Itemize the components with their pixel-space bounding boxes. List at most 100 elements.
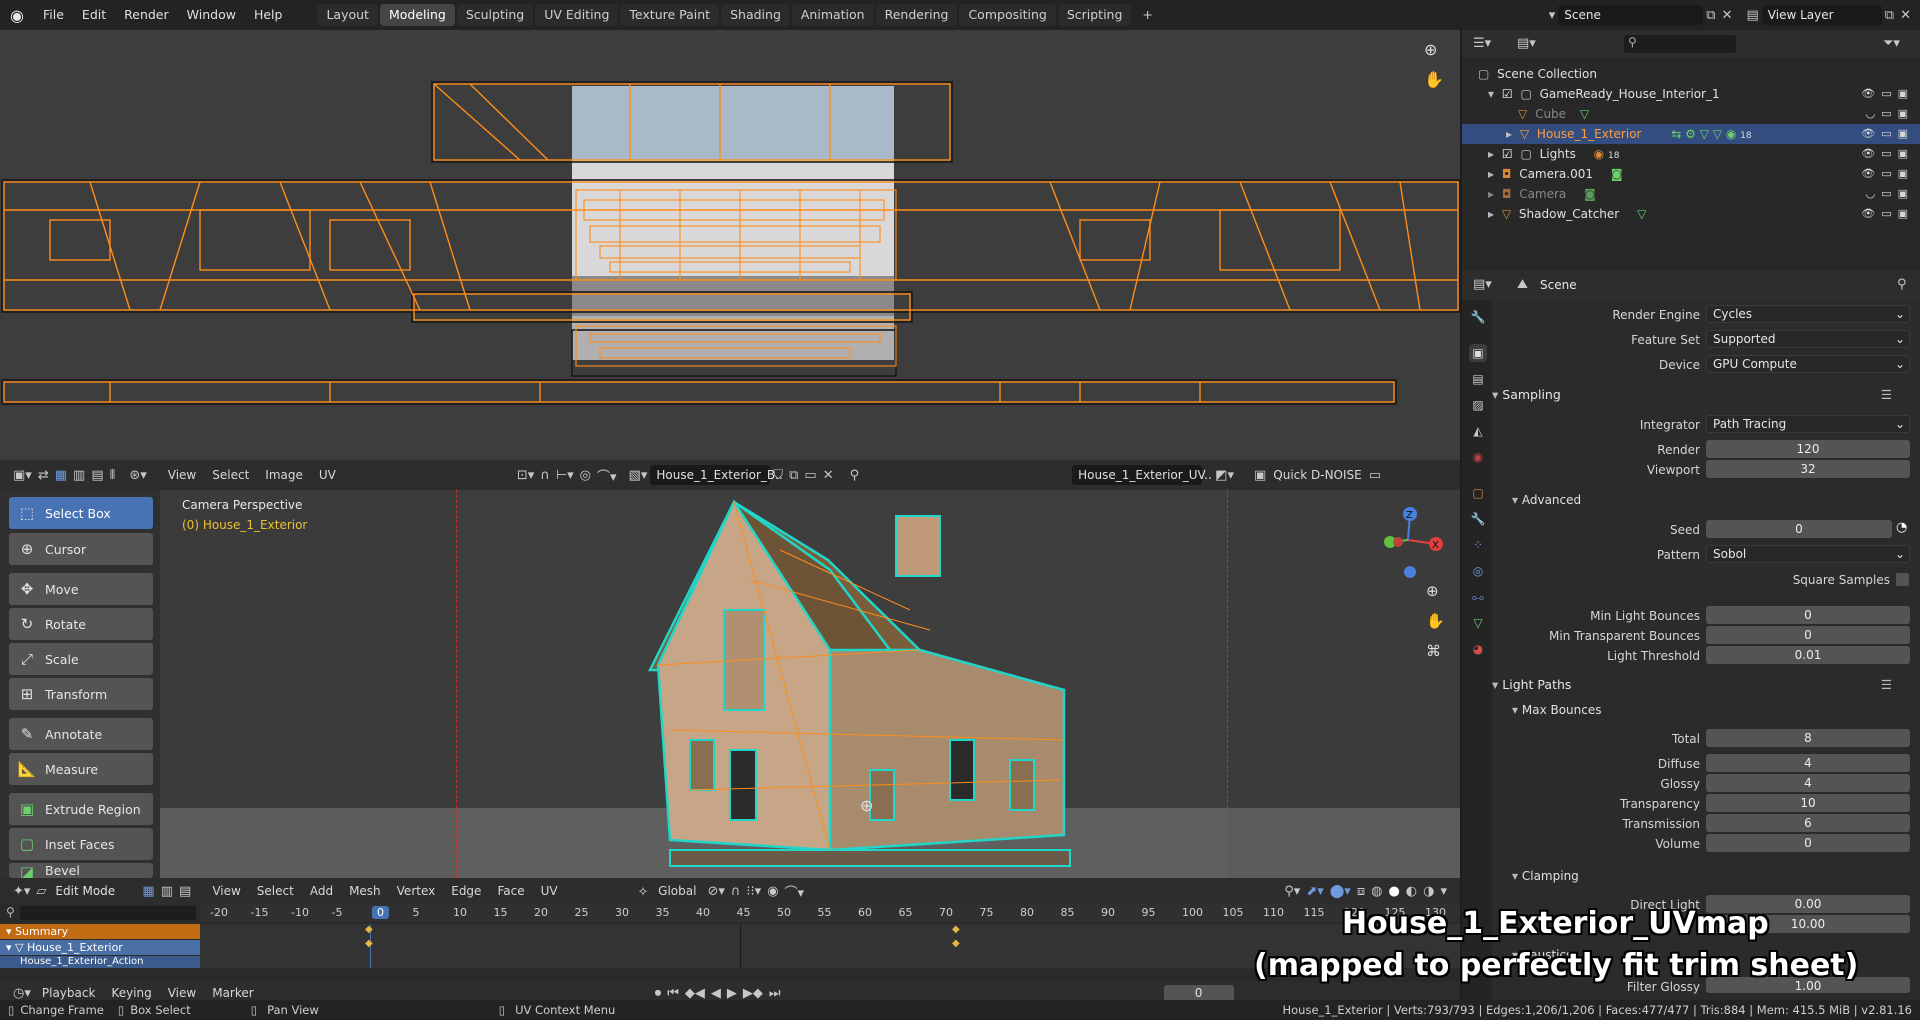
max-bounces-subpanel-header[interactable]: ▾ Max Bounces <box>1512 700 1602 720</box>
diffuse-bounces-field[interactable]: 4 <box>1706 754 1910 772</box>
channel-summary[interactable]: ▾ Summary <box>0 924 200 939</box>
proportional-edit-icon[interactable]: ◎ <box>577 468 594 483</box>
constraints-tab-icon[interactable]: ⧟ <box>1469 588 1487 606</box>
delete-scene-icon[interactable]: ✕ <box>1719 8 1736 23</box>
output-tab-icon[interactable]: ▤ <box>1469 370 1487 388</box>
new-image-icon[interactable]: ⧉ <box>786 468 801 483</box>
overlay-icon[interactable]: ⬤▾ <box>1327 884 1354 899</box>
tool-scale[interactable]: ⤢ Scale <box>9 643 153 675</box>
fake-user-icon[interactable]: ⛉ <box>770 468 786 483</box>
menu-playback[interactable]: Playback <box>34 986 104 1000</box>
visibility-icon[interactable]: ⚲▾ <box>1281 884 1303 899</box>
snap-target-icon[interactable]: ⊢▾ <box>553 468 577 483</box>
vp-menu-edge[interactable]: Edge <box>443 884 489 898</box>
keyframe-diamond[interactable]: ◆ <box>952 938 960 949</box>
device-dropdown[interactable]: GPU Compute ⌄ <box>1706 355 1910 373</box>
gizmo-icon[interactable]: ⬈▾ <box>1303 884 1326 899</box>
tool-inset-faces[interactable]: ▢ Inset Faces <box>9 828 153 860</box>
denoise-screen-icon[interactable]: ▭ <box>1366 468 1384 483</box>
view-layer-field[interactable]: View Layer <box>1761 5 1882 25</box>
menu-edit[interactable]: Edit <box>73 0 115 30</box>
open-image-icon[interactable]: ▭ <box>801 468 819 483</box>
integrator-dropdown[interactable]: Path Tracing ⌄ <box>1706 415 1910 433</box>
expand-arrow-icon[interactable]: ▸ <box>1488 207 1494 221</box>
outliner-row-gameready[interactable]: ▾ ☑ ▢ GameReady_House_Interior_1 👁▭▣ <box>1462 84 1920 104</box>
menu-file[interactable]: File <box>34 0 73 30</box>
new-view-layer-icon[interactable]: ⧉ <box>1882 8 1897 23</box>
new-scene-icon[interactable]: ⧉ <box>1703 8 1718 23</box>
total-bounces-field[interactable]: 8 <box>1706 729 1910 747</box>
uv-pivot-icon[interactable]: ⊡▾ <box>514 468 537 483</box>
keyframe-diamond[interactable]: ◆ <box>365 938 373 949</box>
vp-menu-select[interactable]: Select <box>249 884 302 898</box>
sticky-selection-icon[interactable]: ⦀ <box>107 468 119 483</box>
outliner-row-scene-collection[interactable]: ▢ Scene Collection <box>1462 64 1920 84</box>
expand-arrow-icon[interactable]: ▸ <box>1506 127 1512 141</box>
select-mode-face-icon[interactable]: ▤ <box>88 468 106 483</box>
glossy-bounces-field[interactable]: 4 <box>1706 774 1910 792</box>
include-checkbox-icon[interactable]: ☑ <box>1502 87 1513 101</box>
edit-mode-dropdown[interactable]: Edit Mode <box>49 881 140 901</box>
face-select-icon[interactable]: ▤ <box>176 884 194 899</box>
camera-view-icon[interactable]: ⌘ <box>1426 642 1441 660</box>
physics-tab-icon[interactable]: ◎ <box>1469 562 1487 580</box>
tool-measure[interactable]: 📐 Measure <box>9 753 153 785</box>
advanced-subpanel-header[interactable]: ▾ Advanced <box>1512 490 1581 510</box>
viewport-editor-type-icon[interactable]: ✦▾ <box>10 884 33 899</box>
seed-field[interactable]: 0 <box>1706 520 1892 538</box>
jump-end-icon[interactable]: ⏭ <box>766 986 784 1001</box>
menu-render[interactable]: Render <box>115 0 178 30</box>
tab-scripting[interactable]: Scripting <box>1057 4 1132 26</box>
square-samples-checkbox[interactable] <box>1896 573 1909 586</box>
uv-menu-image[interactable]: Image <box>257 468 311 482</box>
outliner-row-camera[interactable]: ▸ ◘ Camera ◙ ◡▭▣ <box>1462 184 1920 204</box>
tab-compositing[interactable]: Compositing <box>959 4 1056 26</box>
expand-arrow-icon[interactable]: ▸ <box>1488 187 1494 201</box>
animate-seed-icon[interactable]: ◔ <box>1896 520 1907 535</box>
menu-window[interactable]: Window <box>178 0 245 30</box>
uv-map-canvas[interactable] <box>0 30 1460 460</box>
scene-icon[interactable]: ▾ <box>1546 8 1559 23</box>
keyframe-diamond[interactable]: ◆ <box>365 924 373 935</box>
transform-orientation-dropdown[interactable]: Global <box>650 884 704 898</box>
visibility-toggles[interactable]: ◡▭▣ <box>1866 104 1914 124</box>
current-frame-field[interactable]: 0 <box>1163 984 1234 1002</box>
min-light-bounces-field[interactable]: 0 <box>1706 606 1910 624</box>
channel-object[interactable]: ▾ ▽ House_1_Exterior <box>0 940 200 955</box>
menu-timeline-view[interactable]: View <box>160 986 204 1000</box>
record-icon[interactable]: ⏺ <box>652 986 665 1001</box>
editor-type-icon[interactable]: ▣▾ <box>10 468 35 483</box>
prev-keyframe-icon[interactable]: ◆◀ <box>682 986 708 1001</box>
tool-annotate[interactable]: ✎ Annotate <box>9 718 153 750</box>
rendered-shading-icon[interactable]: ◑ <box>1420 884 1437 899</box>
presets-icon[interactable]: ☰ <box>1881 674 1892 696</box>
pin-icon[interactable]: ⚲ <box>847 468 863 483</box>
tool-cursor[interactable]: ⊕ Cursor <box>9 533 153 565</box>
tool-move[interactable]: ✥ Move <box>9 573 153 605</box>
timeline-area[interactable]: ⚲ -20 -15 -10 -5 0 5 10 15 20 25 30 35 40 45 50 55 60 65 7… <box>0 904 1460 982</box>
select-mode-vertex-icon[interactable]: ▦ <box>52 468 70 483</box>
vertex-select-icon[interactable]: ▦ <box>139 884 157 899</box>
sampling-panel-header[interactable]: ▾ Sampling ☰ <box>1492 384 1916 406</box>
snap-icon[interactable]: ∩ <box>537 468 553 483</box>
uvmap-field[interactable]: House_1_Exterior_UV.. <box>1072 465 1212 485</box>
orientation-icon[interactable]: ⟡ <box>636 884 651 899</box>
tool-bevel[interactable]: ◪ Bevel <box>9 863 153 878</box>
frame-ruler[interactable]: -20 -15 -10 -5 0 5 10 15 20 25 30 35 40 45 50 55 60 65 70 7… <box>200 904 1460 922</box>
pattern-dropdown[interactable]: Sobol ⌄ <box>1706 545 1910 563</box>
volume-bounces-field[interactable]: 0 <box>1706 834 1910 852</box>
min-transparent-bounces-field[interactable]: 0 <box>1706 626 1910 644</box>
visibility-toggles[interactable]: 👁▭▣ <box>1861 204 1914 224</box>
properties-editor-icon[interactable]: ▤▾ <box>1470 277 1495 292</box>
channel-action[interactable]: House_1_Exterior_Action <box>0 956 200 968</box>
pan-hand-icon[interactable]: ✋ <box>1424 70 1444 89</box>
channel-search-input[interactable] <box>20 906 196 920</box>
proportional-icon[interactable]: ◉ <box>764 884 781 899</box>
tab-rendering[interactable]: Rendering <box>875 4 958 26</box>
wireframe-shading-icon[interactable]: ◍ <box>1368 884 1385 899</box>
view-layer-tab-icon[interactable]: ▨ <box>1469 396 1487 414</box>
menu-help[interactable]: Help <box>245 0 292 30</box>
pivot-icon[interactable]: ⊛▾ <box>126 468 149 483</box>
presets-icon[interactable]: ☰ <box>1881 384 1892 406</box>
viewport-samples-field[interactable]: 32 <box>1706 460 1910 478</box>
